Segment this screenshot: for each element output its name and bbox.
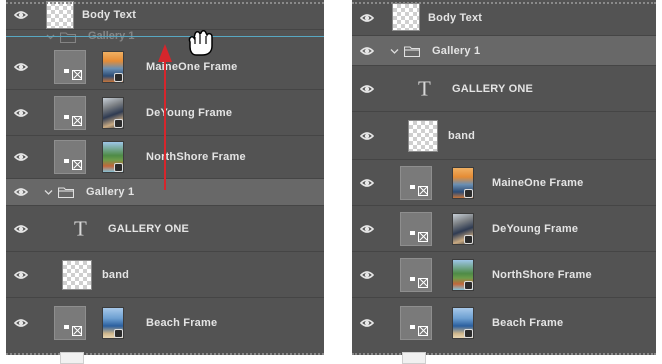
- layer-name: Body Text: [428, 11, 483, 24]
- visibility-toggle[interactable]: [352, 160, 382, 205]
- smart-object-icon: [464, 329, 473, 338]
- layer-type-gallery-one[interactable]: T GALLERY ONE: [352, 66, 656, 112]
- frame-mask-thumbnail: [400, 306, 432, 340]
- eye-icon: [360, 178, 374, 187]
- visibility-toggle[interactable]: [352, 0, 382, 35]
- visibility-toggle[interactable]: [352, 252, 382, 297]
- chevron-down-icon[interactable]: [390, 46, 399, 55]
- smart-object-icon: [464, 235, 473, 244]
- layers-panel-after: Body Text Gallery 1 T GALLERY ONE band M…: [352, 0, 656, 364]
- visibility-toggle[interactable]: [352, 36, 382, 65]
- frame-icon: [418, 186, 428, 196]
- eye-icon: [360, 319, 374, 327]
- smart-object-icon: [464, 189, 473, 198]
- smart-object-icon: [464, 281, 473, 290]
- frame-mask-thumbnail: [400, 166, 432, 200]
- visibility-toggle[interactable]: [352, 66, 382, 111]
- photo-thumbnail: [452, 307, 474, 339]
- layer-name: band: [448, 129, 476, 142]
- frame-icon: [418, 278, 428, 288]
- grab-hand-icon: [188, 30, 213, 56]
- photo-thumbnail: [452, 259, 474, 291]
- layer-band[interactable]: band: [352, 112, 656, 160]
- photo-thumbnail: [452, 167, 474, 199]
- frame-mask-thumbnail: [400, 212, 432, 246]
- partial-layer-thumbnail: [402, 352, 426, 364]
- eye-icon: [360, 84, 374, 93]
- panel-top-edge: [352, 2, 656, 4]
- eye-icon: [360, 13, 374, 22]
- layer-thumbnail: [392, 3, 420, 31]
- visibility-toggle[interactable]: [352, 298, 382, 348]
- visibility-toggle[interactable]: [352, 112, 382, 159]
- photo-thumbnail: [452, 213, 474, 245]
- layer-name: GALLERY ONE: [452, 82, 534, 95]
- layer-name: NorthShore Frame: [492, 268, 592, 281]
- layer-deyoung-frame[interactable]: DeYoung Frame: [352, 206, 656, 252]
- layer-group-gallery-1[interactable]: Gallery 1: [352, 36, 656, 66]
- layer-name: MaineOne Frame: [492, 176, 584, 189]
- drag-up-arrow: [158, 44, 172, 190]
- panel-bottom-strip: [352, 355, 656, 364]
- eye-icon: [360, 270, 374, 279]
- panel-bottom-edge: [352, 353, 656, 355]
- layer-northshore-frame[interactable]: NorthShore Frame: [352, 252, 656, 298]
- visibility-toggle[interactable]: [352, 206, 382, 251]
- frame-icon: [418, 232, 428, 242]
- frame-mask-thumbnail: [400, 258, 432, 292]
- layers-panel-before: Body Text MaineOne Frame DeYoung Frame N…: [6, 0, 324, 364]
- layer-name: Beach Frame: [492, 317, 564, 329]
- layer-name: DeYoung Frame: [492, 222, 579, 235]
- eye-icon: [360, 46, 374, 55]
- layer-maineone-frame[interactable]: MaineOne Frame: [352, 160, 656, 206]
- layer-thumbnail: [408, 120, 438, 152]
- folder-icon: [404, 45, 420, 57]
- type-layer-icon: T: [418, 76, 432, 100]
- eye-icon: [360, 224, 374, 233]
- layer-body-text[interactable]: Body Text: [352, 0, 656, 36]
- eye-icon: [360, 131, 374, 140]
- frame-icon: [418, 326, 428, 336]
- layer-name: Gallery 1: [432, 44, 481, 57]
- layer-beach-frame[interactable]: Beach Frame: [352, 298, 656, 348]
